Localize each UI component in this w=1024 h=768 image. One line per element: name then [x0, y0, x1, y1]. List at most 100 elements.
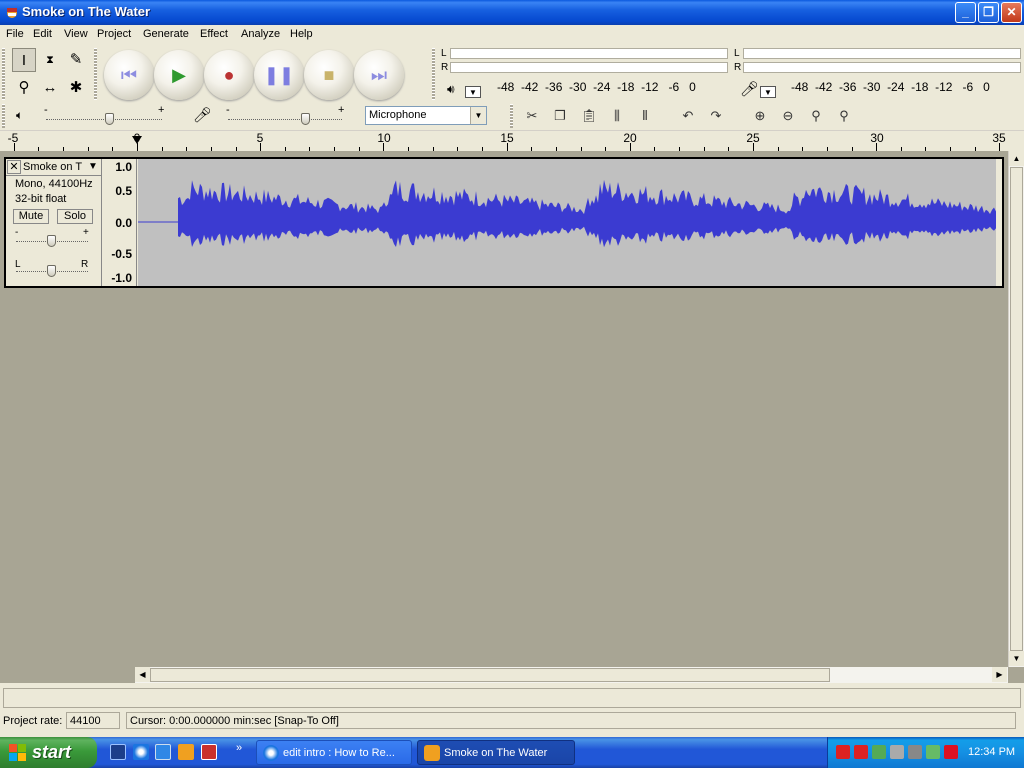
scale-mark: -42: [521, 80, 539, 94]
scale-mark: -36: [839, 80, 857, 94]
window-title: Smoke on The Water: [22, 4, 151, 19]
scale-mark: -6: [668, 80, 680, 94]
input-source-select[interactable]: Microphone ▼: [365, 106, 487, 125]
close-track-icon[interactable]: ✕: [7, 160, 21, 174]
toolbar-grip[interactable]: [2, 104, 5, 128]
ruler-tick: [753, 143, 754, 151]
menu-generate[interactable]: Generate: [143, 28, 189, 40]
taskbar: start » edit intro : How to Re... Smoke …: [0, 737, 1024, 768]
play-button[interactable]: ▶: [154, 50, 204, 100]
selection-tool-icon[interactable]: I: [12, 48, 36, 72]
tray-app-icon[interactable]: [836, 745, 850, 759]
scale-mark: -6: [962, 80, 974, 94]
chevron-down-icon[interactable]: ▼: [470, 107, 486, 124]
draw-tool-icon[interactable]: ✎: [64, 48, 88, 72]
scroll-up-icon[interactable]: ▲: [1009, 151, 1024, 166]
menu-view[interactable]: View: [64, 28, 88, 40]
record-button[interactable]: ●: [204, 50, 254, 100]
silence-icon[interactable]: ⫴: [633, 104, 657, 128]
windows-logo-icon: [9, 744, 26, 761]
gain-slider[interactable]: [47, 235, 56, 247]
scale-mark: -48: [791, 80, 809, 94]
scale-mark: 0: [983, 80, 990, 94]
tray-settings-icon[interactable]: [890, 745, 904, 759]
menu-effect[interactable]: Effect: [200, 28, 228, 40]
scale-mark: -18: [911, 80, 929, 94]
start-button[interactable]: start: [0, 737, 97, 768]
quicklaunch-chevron[interactable]: »: [236, 742, 242, 754]
minimize-button[interactable]: _: [955, 2, 976, 23]
ruler-label: 10: [377, 131, 391, 145]
multi-tool-icon[interactable]: ✱: [64, 76, 88, 100]
stop-button[interactable]: ■: [304, 50, 354, 100]
toolbar-grip[interactable]: [94, 48, 97, 100]
waveform-view[interactable]: [138, 159, 996, 286]
app-quicklaunch-icon[interactable]: [201, 744, 217, 760]
undo-icon[interactable]: ↶: [676, 104, 700, 128]
ruler-tick: [999, 143, 1000, 151]
internet-explorer-icon[interactable]: [133, 744, 149, 760]
fit-selection-icon[interactable]: ⚲: [804, 104, 828, 128]
copy-icon[interactable]: ❐: [548, 104, 572, 128]
project-rate-field[interactable]: 44100: [66, 712, 120, 729]
horizontal-scroll-thumb[interactable]: [150, 668, 830, 682]
toolbar-grip[interactable]: [432, 48, 435, 100]
taskbar-item-browser[interactable]: edit intro : How to Re...: [256, 740, 412, 765]
close-button[interactable]: ✕: [1001, 2, 1022, 23]
track-area[interactable]: ✕ Smoke on T ▼ Mono, 44100Hz 32-bit floa…: [0, 151, 1008, 667]
skip-start-button[interactable]: ⏮: [104, 50, 154, 100]
meter-r-label: R: [734, 62, 742, 73]
audio-track[interactable]: ✕ Smoke on T ▼ Mono, 44100Hz 32-bit floa…: [4, 157, 1004, 288]
zoom-out-icon[interactable]: ⊖: [776, 104, 800, 128]
toolbar-grip[interactable]: [2, 48, 5, 100]
redo-icon[interactable]: ↷: [704, 104, 728, 128]
cut-icon[interactable]: ✂: [520, 104, 544, 128]
tray-antivirus-icon[interactable]: [944, 745, 958, 759]
fit-project-icon[interactable]: ⚲: [832, 104, 856, 128]
menu-analyze[interactable]: Analyze: [241, 28, 280, 40]
envelope-tool-icon[interactable]: ⧗: [38, 48, 62, 72]
tray-volume-icon[interactable]: [908, 745, 922, 759]
pause-button[interactable]: ❚❚: [254, 50, 304, 100]
timeline-ruler[interactable]: -5 0 5 10 15 20 25 30 35: [0, 130, 1024, 151]
menu-project[interactable]: Project: [97, 28, 131, 40]
pan-slider[interactable]: [47, 265, 56, 277]
meter-l-label: L: [441, 48, 447, 59]
title-bar[interactable]: Smoke on The Water _ ❐ ✕: [0, 0, 1024, 25]
taskbar-item-audacity[interactable]: Smoke on The Water: [417, 740, 575, 765]
record-meter-dropdown[interactable]: ▼: [760, 86, 776, 98]
vertical-scroll-thumb[interactable]: [1010, 167, 1023, 651]
mute-button[interactable]: Mute: [13, 209, 49, 224]
output-volume-slider[interactable]: [105, 113, 114, 125]
windows-media-icon[interactable]: [155, 744, 171, 760]
tray-network-icon[interactable]: [872, 745, 886, 759]
zoom-tool-icon[interactable]: ⚲: [12, 76, 36, 100]
show-desktop-icon[interactable]: [110, 744, 126, 760]
solo-button[interactable]: Solo: [57, 209, 93, 224]
tray-app-icon[interactable]: [854, 745, 868, 759]
scroll-right-icon[interactable]: ▶: [992, 667, 1007, 682]
audacity-quicklaunch-icon[interactable]: [178, 744, 194, 760]
input-volume-slider[interactable]: [301, 113, 310, 125]
restore-button[interactable]: ❐: [978, 2, 999, 23]
scroll-down-icon[interactable]: ▼: [1009, 651, 1024, 666]
zoom-in-icon[interactable]: ⊕: [748, 104, 772, 128]
amplitude-label: -1.0: [111, 271, 132, 285]
scroll-left-icon[interactable]: ◀: [135, 667, 150, 682]
project-rate-label: Project rate:: [3, 715, 63, 727]
menu-file[interactable]: File: [6, 28, 24, 40]
toolbar-grip[interactable]: [510, 104, 513, 128]
vertical-scrollbar[interactable]: ▲ ▼: [1008, 151, 1024, 667]
menu-help[interactable]: Help: [290, 28, 313, 40]
chevron-down-icon[interactable]: ▼: [88, 161, 98, 172]
scale-mark: -24: [593, 80, 611, 94]
track-name-menu[interactable]: ✕ Smoke on T ▼: [6, 159, 102, 176]
trim-icon[interactable]: ⫼: [605, 104, 629, 128]
tray-update-icon[interactable]: [926, 745, 940, 759]
timeshift-tool-icon[interactable]: ↔: [38, 76, 62, 100]
paste-icon[interactable]: 📋︎: [577, 104, 601, 128]
playback-meter-dropdown[interactable]: ▼: [465, 86, 481, 98]
skip-end-button[interactable]: ⏭: [354, 50, 404, 100]
horizontal-scrollbar[interactable]: ◀ ▶: [135, 667, 1008, 683]
menu-edit[interactable]: Edit: [33, 28, 52, 40]
